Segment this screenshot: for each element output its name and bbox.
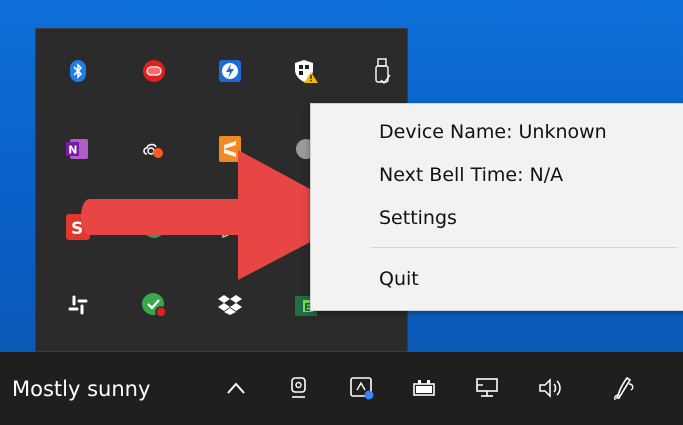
- snagit-icon[interactable]: S: [58, 207, 98, 247]
- battery-icon[interactable]: [406, 370, 442, 406]
- green-check-app-icon[interactable]: [134, 285, 174, 325]
- sublime-app-icon[interactable]: [210, 129, 250, 169]
- onenote-icon[interactable]: N: [58, 129, 98, 169]
- creative-cloud-icon[interactable]: [134, 129, 174, 169]
- bluetooth-icon[interactable]: [58, 51, 98, 91]
- taskbar: Mostly sunny: [0, 352, 683, 425]
- menu-separator: [371, 247, 677, 248]
- windows-security-icon[interactable]: [286, 51, 326, 91]
- volume-icon[interactable]: [533, 370, 569, 406]
- menu-item-next-bell-time[interactable]: Next Bell Time: N/A: [311, 156, 683, 194]
- usb-drive-icon[interactable]: [362, 51, 402, 91]
- menu-item-quit[interactable]: Quit: [311, 260, 683, 298]
- svg-text:N: N: [68, 144, 77, 157]
- camera-icon[interactable]: [281, 370, 317, 406]
- weather-status[interactable]: Mostly sunny: [12, 352, 150, 425]
- network-icon[interactable]: [469, 370, 505, 406]
- thunderbolt-icon[interactable]: [210, 51, 250, 91]
- pen-icon[interactable]: [606, 370, 642, 406]
- show-hidden-icons-chevron[interactable]: [218, 370, 254, 406]
- leaf-app-icon[interactable]: [210, 207, 250, 247]
- tray-context-menu: Device Name: Unknown Next Bell Time: N/A…: [310, 103, 683, 311]
- menu-item-settings[interactable]: Settings: [311, 199, 683, 237]
- meet-now-icon[interactable]: [344, 370, 380, 406]
- menu-item-device-name[interactable]: Device Name: Unknown: [311, 113, 683, 151]
- red-app-icon[interactable]: [134, 51, 174, 91]
- dropbox-icon[interactable]: [210, 285, 250, 325]
- chrome-icon[interactable]: [134, 207, 174, 247]
- slack-icon[interactable]: [58, 285, 98, 325]
- svg-text:S: S: [71, 219, 83, 239]
